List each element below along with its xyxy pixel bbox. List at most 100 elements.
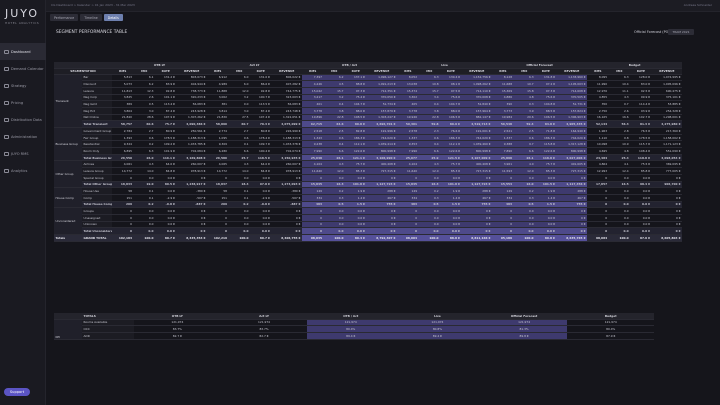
table-cell: 755 € [366, 201, 398, 209]
sidebar-item-distribution-data[interactable]: Distribution Data [0, 111, 46, 128]
calendar-icon [4, 66, 9, 71]
table-cell: 8,811,166 € [461, 234, 493, 242]
table-cell: 58 [207, 187, 229, 195]
sidebar-item-label: JUYO RMS [11, 151, 29, 156]
tab-timeline[interactable]: Timeline [80, 14, 102, 21]
table-cell: 2.5 [513, 127, 536, 135]
app-root: JUYO HOTEL ANALYTICS Dashboard Demand Cal… [0, 0, 720, 405]
table-cell: 80.7 € [155, 234, 177, 242]
table-cell: 1,306,903 € [556, 114, 588, 122]
table-cell: 14,772 [112, 167, 134, 175]
table-cell: 0.4 [418, 100, 441, 108]
table-cell: 71.8 € [535, 127, 557, 135]
table-cell: 131.0 € [250, 74, 272, 82]
table-cell: 0 [492, 227, 514, 235]
table-cell: 80.9 € [440, 120, 462, 128]
table-cell: 75.7 € [345, 160, 367, 169]
table-cell: 149 [302, 187, 324, 195]
user-menu[interactable]: Andreas Schneider [684, 3, 712, 7]
grand-total-row: Totals GRAND TOTAL 102,183 100.0 80.7 €8,445… [54, 234, 683, 242]
sidebar-item-administration[interactable]: Administration [0, 128, 46, 145]
support-button[interactable]: Support [4, 388, 30, 396]
table-cell: 0 [587, 174, 609, 182]
table-cell: 122.6 € [440, 147, 462, 155]
table-cell: 0 € [651, 221, 683, 229]
table-cell: 15,554 [492, 181, 514, 189]
table-cell: 2,578 [397, 127, 419, 135]
kpi-cell: 89.4 € [307, 332, 395, 340]
table-cell: 2,521 [492, 127, 514, 135]
table-cell: 254,328 € [651, 107, 683, 115]
sidebar-item-dashboard[interactable]: Dashboard [0, 43, 46, 60]
table-cell: 375,101 € [651, 94, 683, 102]
table-cell: 0 € [176, 227, 207, 235]
table-cell: 400,408 € [366, 160, 398, 169]
table-cell: -2.9 € [155, 194, 177, 202]
table-cell: 0.0 [513, 174, 536, 182]
table-cell: 0 € [461, 227, 493, 235]
sidebar-item-strategy[interactable]: Strategy [0, 77, 46, 94]
sidebar-item-analytics[interactable]: Analytics [0, 162, 46, 179]
forecast-select-button[interactable]: TRAM 2021 [668, 29, 694, 35]
table-cell: 0.2 [133, 201, 155, 209]
table-cell: 104.7 € [440, 100, 462, 108]
table-cell: 744,020 € [461, 134, 493, 142]
table-cell: 0.0 € [250, 187, 272, 195]
table-cell: 0 [207, 214, 229, 222]
table-cell: 0 [302, 221, 324, 229]
table-cell: 4,905,335 € [556, 120, 588, 128]
table-cell: 6.0 [228, 74, 250, 82]
table-cell: 0.0 € [630, 194, 652, 202]
table-cell: 1,337 [492, 134, 514, 142]
table-cell: 51,840 € [461, 100, 493, 108]
segment-group-label: Business Group [54, 127, 82, 162]
table-cell: 10.8 [418, 80, 441, 88]
table-cell: 4.3 [323, 160, 346, 169]
sidebar-item-demand-calendar[interactable]: Demand Calendar [0, 60, 46, 77]
table-cell: 22.8 [418, 114, 441, 122]
table-cell: 2.3 [418, 127, 441, 135]
breadcrumb[interactable]: CG Dashboard > Kalender > 01 Jan 2023 - … [51, 3, 135, 7]
table-cell: 0.2 [418, 187, 441, 195]
table-cell: 0.0 € [250, 214, 272, 222]
sidebar-item-pricing[interactable]: Pricing [0, 94, 46, 111]
table-cell: 85.8 € [630, 167, 652, 175]
table-cell: 0 [302, 227, 324, 235]
table-cell: 0 [397, 227, 419, 235]
table-cell: 75.6 € [535, 94, 557, 102]
kpi-cell: 89.8 € [480, 332, 568, 340]
table-cell: 0 [397, 174, 419, 182]
table-cell: 121.1 € [345, 154, 367, 162]
table-cell: 2,784 [112, 127, 134, 135]
sidebar-item-juyo-rms[interactable]: JUYO RMS [0, 145, 46, 162]
table-cell: 151 [207, 194, 229, 202]
table-cell: 4.3 [228, 160, 250, 169]
logo[interactable]: JUYO HOTEL ANALYTICS [5, 7, 43, 25]
table-cell: 0 € [461, 214, 493, 222]
table-cell: 106.5 € [440, 114, 462, 122]
table-cell: 52,144 [587, 120, 609, 128]
table-cell: 3.2 [228, 94, 250, 102]
table-cell: 100.0 [323, 234, 346, 242]
table-cell: 0 € [556, 214, 588, 222]
table-cell: 738,773 € [176, 87, 207, 95]
table-cell: 0.3 [513, 100, 536, 108]
table-cell: 82.8 € [345, 127, 367, 135]
table-cell: 1,117,456 € [556, 181, 588, 189]
kpi-cell: 80.4% [307, 325, 395, 333]
tab-details[interactable]: Details [103, 14, 123, 21]
table-cell: 0.2 [228, 201, 250, 209]
tab-performance[interactable]: Performance [50, 14, 79, 21]
table-cell: 0.0 € [345, 214, 367, 222]
table-cell: -0.8 € [250, 201, 272, 209]
table-cell: 118.8 € [630, 154, 652, 162]
table-cell: 3,107,009 € [461, 154, 493, 162]
table-cell: 3,778 [302, 107, 324, 115]
table-cell: 87.4 € [250, 107, 272, 115]
table-row: Residential 9,324 9.2 109.2 €1,033,785 €9,3… [54, 140, 683, 149]
table-cell: 4.0 [513, 160, 536, 169]
table-cell: 56.3 [608, 120, 631, 128]
table-cell: 17,857 [587, 181, 609, 189]
kpi-cell: 83.7% [134, 325, 221, 333]
table-cell: 4,989 [207, 80, 229, 88]
